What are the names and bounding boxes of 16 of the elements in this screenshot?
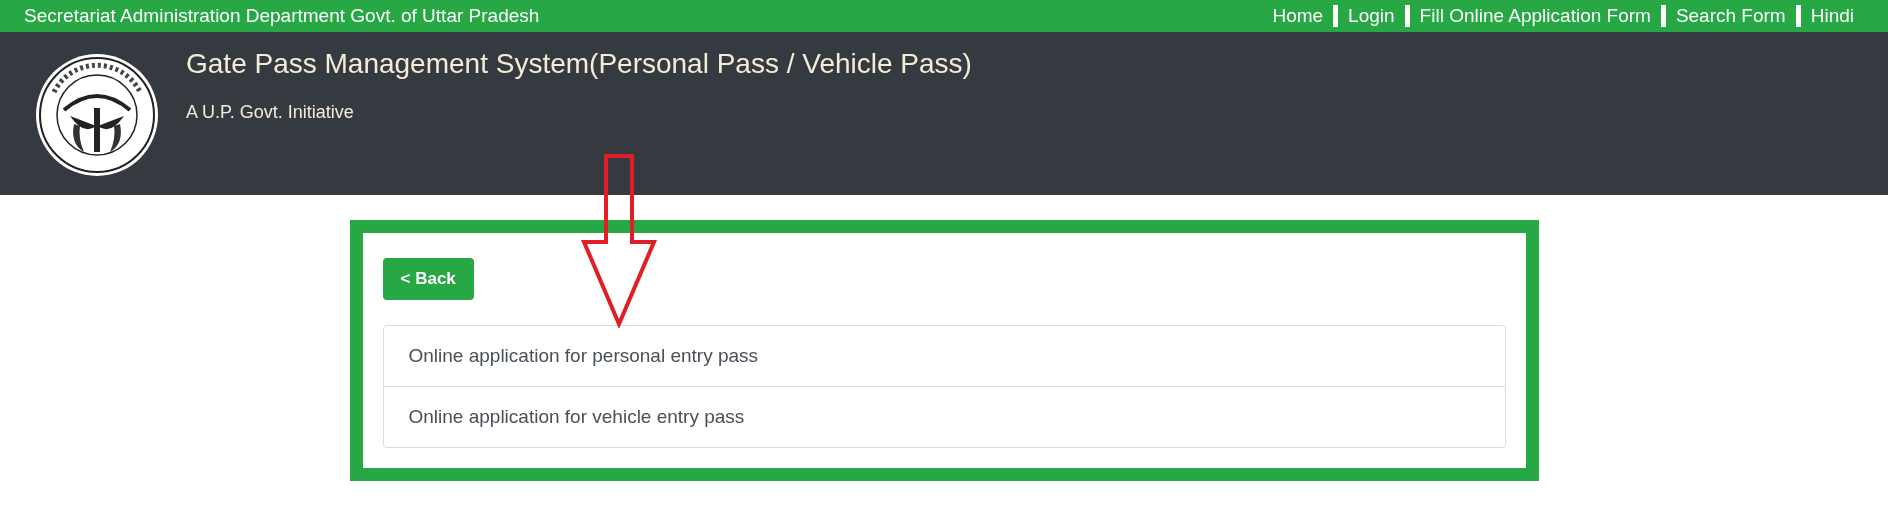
nav-link[interactable]: Hindi — [1800, 5, 1864, 27]
nav-link[interactable]: Home — [1262, 5, 1334, 27]
nav-link[interactable]: Login — [1338, 5, 1405, 27]
nav-link[interactable]: Fill Online Application Form — [1409, 5, 1661, 27]
nav-separator — [1333, 5, 1339, 27]
down-arrow-icon — [581, 154, 657, 328]
nav-separator — [1660, 5, 1666, 27]
option-item[interactable]: Online application for vehicle entry pass — [383, 386, 1505, 447]
option-item[interactable]: Online application for personal entry pass — [383, 326, 1505, 386]
nav-separator — [1795, 5, 1801, 27]
nav-link[interactable]: Search Form — [1665, 5, 1796, 27]
site-subtitle: A U.P. Govt. Initiative — [186, 102, 355, 123]
department-name: Secretariat Administration Department Govt. of Uttar Pradesh — [24, 5, 540, 27]
back-button[interactable]: < Back — [382, 258, 474, 300]
site-title: Gate Pass Management System(Personal Pass / Vehicle Pass) — [186, 48, 972, 80]
nav-separator — [1404, 5, 1410, 27]
